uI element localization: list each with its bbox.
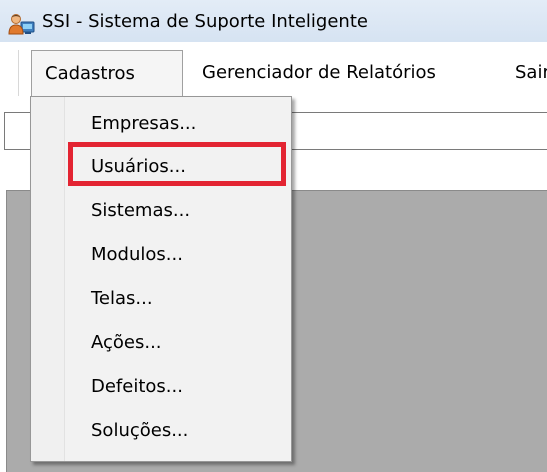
menu-item-acoes[interactable]: Ações... — [91, 323, 162, 363]
menu-cadastros[interactable]: Cadastros — [31, 50, 183, 96]
title-bar: SSI - Sistema de Suporte Inteligente — [0, 0, 547, 42]
menu-item-defeitos[interactable]: Defeitos... — [91, 367, 183, 407]
menu-sair[interactable]: Sair — [515, 50, 547, 96]
menu-gerenciador-de-relatorios[interactable]: Gerenciador de Relatórios — [199, 50, 436, 96]
menu-item-modulos[interactable]: Modulos... — [91, 235, 183, 275]
menu-item-sistemas[interactable]: Sistemas... — [91, 191, 190, 231]
menu-bar: Cadastros Gerenciador de Relatórios Sair — [18, 50, 547, 96]
menu-icon-gutter — [31, 97, 65, 461]
user-computer-icon — [8, 13, 36, 35]
menu-item-empresas[interactable]: Empresas... — [91, 104, 196, 144]
menu-item-telas[interactable]: Telas... — [91, 279, 153, 319]
menu-item-solucoes[interactable]: Soluções... — [91, 411, 188, 451]
highlight-annotation-box — [68, 142, 286, 186]
window-title: SSI - Sistema de Suporte Inteligente — [42, 11, 368, 32]
